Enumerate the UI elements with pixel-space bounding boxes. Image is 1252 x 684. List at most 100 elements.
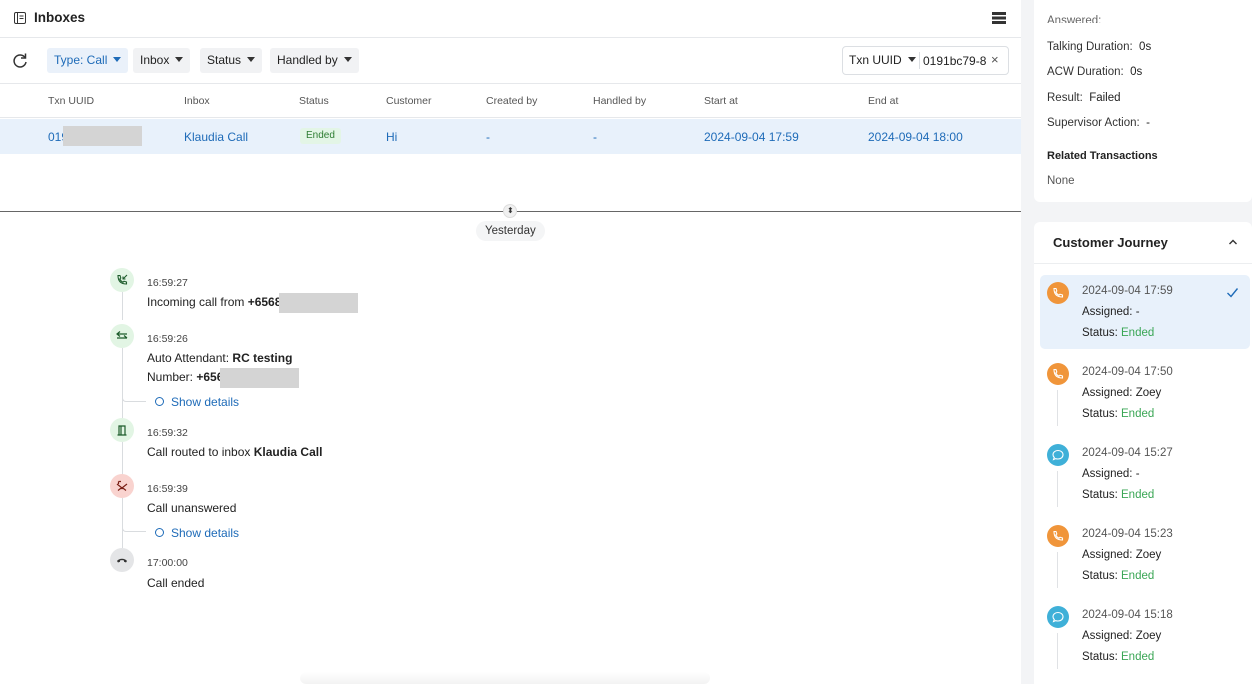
column-header-customer[interactable]: Customer [386,95,432,107]
event-text-prefix: Call unanswered [147,501,237,515]
show-details-link[interactable]: Show details [155,395,239,409]
supervisor-action-label: Supervisor Action: [1047,117,1140,129]
date-separator: Yesterday [476,221,545,241]
search-field-select[interactable]: Txn UUID [849,47,916,74]
journey-item[interactable]: 2024-09-04 17:59 Assigned: - Status: End… [1040,275,1250,349]
table-header: Txn UUID Inbox Status Customer Created b… [0,85,1021,118]
event-text-bold: Klaudia Call [253,445,323,459]
column-header-status[interactable]: Status [299,95,329,107]
call-icon [1047,363,1069,385]
chevron-down-icon [175,57,184,63]
event-number: Number: +656 [147,370,223,384]
journey-item[interactable]: 2024-09-04 17:50 Assigned: Zoey Status: … [1040,356,1250,430]
journey-assigned-label: Assigned: [1082,630,1133,642]
journey-status-value: Ended [1121,489,1155,501]
chevron-down-icon [113,57,122,63]
chevron-up-icon[interactable] [1227,236,1239,248]
journey-assigned: Assigned: Zoey [1082,549,1161,561]
show-details-label: Show details [171,395,240,409]
related-transactions-value: None [1047,175,1075,187]
check-icon [1227,288,1239,298]
missed-call-icon [110,474,134,498]
journey-assigned-label: Assigned: [1082,549,1133,561]
cell-created-by: - [486,130,490,144]
redacted-block [63,126,142,146]
journey-item[interactable]: 2024-09-04 15:18 Assigned: Zoey Status: … [1040,599,1250,673]
event-text-bold: +6568 [247,295,282,309]
acw-duration-label: ACW Duration: [1047,66,1124,78]
event-text-prefix: Incoming call from [147,295,248,309]
event-text: Call unanswered [147,501,236,515]
inbox-filter-button[interactable]: Inbox [133,48,191,73]
inbox-route-icon [110,418,134,442]
journey-connector [1057,633,1058,669]
resize-handle-icon[interactable]: ⬍ [503,204,517,218]
show-details-link[interactable]: Show details [155,526,239,540]
inbox-filter-label: Inbox [140,53,170,67]
column-header-created-by[interactable]: Created by [486,95,537,107]
journey-item[interactable]: 2024-09-04 15:23 Assigned: Zoey Status: … [1040,518,1250,592]
expand-circle-icon [155,397,164,407]
transfer-icon [110,324,134,348]
cell-end-at: 2024-09-04 18:00 [868,130,963,144]
top-bar: Inboxes [0,0,1021,38]
details-branch [122,524,146,532]
details-branch [122,394,146,402]
journey-assigned-value: - [1135,306,1140,318]
call-icon [1047,282,1069,304]
menu-icon[interactable] [991,11,1007,25]
chat-icon [1047,444,1069,466]
talking-duration-label: Talking Duration: [1047,41,1133,53]
event-text: Call routed to inbox Klaudia Call [147,445,322,459]
answered-partial: Answered: [1047,15,1102,23]
status-filter-label: Status [207,53,242,67]
scroll-fade [300,672,710,684]
column-header-start-at[interactable]: Start at [704,95,738,107]
journey-status-value: Ended [1121,327,1155,339]
journey-assigned-label: Assigned: [1082,306,1133,318]
journey-status-value: Ended [1121,651,1155,663]
journey-assigned-value: - [1135,468,1140,480]
status-badge: Ended [300,128,341,144]
journey-status-label: Status: [1082,489,1118,501]
journey-assigned-value: Zoey [1135,549,1162,561]
inbox-list-icon [14,12,26,24]
refresh-icon[interactable] [11,52,29,70]
journey-status: Status: Ended [1082,327,1154,339]
result-value: Failed [1089,92,1121,104]
column-header-txn-uuid[interactable]: Txn UUID [48,95,94,107]
search-box: Txn UUID × [842,46,1009,75]
journey-status-value: Ended [1121,570,1155,582]
right-panel: Answered: Talking Duration: 0s ACW Durat… [1021,0,1252,684]
journey-status: Status: Ended [1082,651,1154,663]
column-header-end-at[interactable]: End at [868,95,898,107]
show-details-label: Show details [171,526,240,540]
cell-start-at: 2024-09-04 17:59 [704,130,799,144]
customer-journey-title: Customer Journey [1053,235,1168,250]
handled-by-filter-label: Handled by [277,53,338,67]
column-header-handled-by[interactable]: Handled by [593,95,646,107]
type-filter-button[interactable]: Type: Call [47,48,129,73]
table-row[interactable]: 019 Klaudia Call Ended Hi - - 2024-09-04… [0,119,1021,154]
page-title: Inboxes [34,10,86,25]
journey-status: Status: Ended [1082,408,1154,420]
journey-assigned: Assigned: Zoey [1082,387,1161,399]
talking-duration-row: Talking Duration: 0s [1047,41,1151,53]
transaction-details-card: Answered: Talking Duration: 0s ACW Durat… [1034,0,1252,202]
event-text-prefix: Call ended [147,576,205,590]
acw-duration-value: 0s [1130,66,1143,78]
event-time: 16:59:27 [147,277,188,289]
redacted-block [279,293,358,313]
column-header-inbox[interactable]: Inbox [184,95,210,107]
clear-search-icon[interactable]: × [991,53,999,67]
status-filter-button[interactable]: Status [200,48,263,73]
journey-item[interactable]: 2024-09-04 15:27 Assigned: - Status: End… [1040,437,1250,511]
journey-status-label: Status: [1082,570,1118,582]
search-input[interactable] [923,51,989,70]
customer-journey-header[interactable]: Customer Journey [1034,222,1252,264]
cell-inbox[interactable]: Klaudia Call [184,130,248,144]
event-text-prefix: Auto Attendant: [147,351,233,365]
handled-by-filter-button[interactable]: Handled by [270,48,359,73]
search-field-label: Txn UUID [849,53,902,67]
cell-customer[interactable]: Hi [386,130,397,144]
